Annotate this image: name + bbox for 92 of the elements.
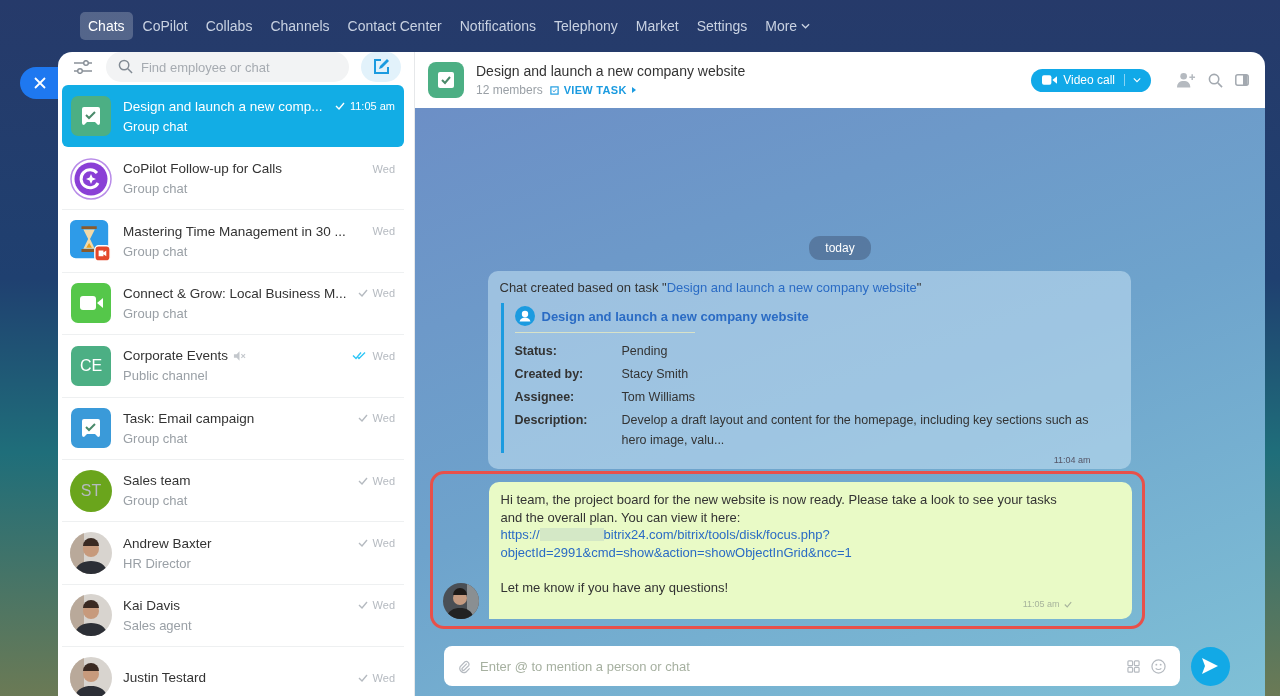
chat-time: Wed [372,225,395,238]
compose-button[interactable] [361,52,401,82]
user-icon [514,306,535,326]
chat-time: Wed [372,349,395,362]
chat-subtitle: Group chat [123,305,189,321]
message-time: 11:05 am [1022,598,1060,611]
link[interactable]: https:// [500,526,540,544]
message-text: Hi team, the project board for the new website is now ready. Please take a look to see your tasks and the overall plan. You can view it here: [500,491,1058,526]
chat-list-item[interactable]: Task: Email campaign Wed Group chat [62,397,404,460]
caret-icon [631,87,636,93]
filter-icon[interactable] [74,60,92,74]
search-field[interactable]: Find employee or chat [106,52,349,82]
message-input[interactable]: Enter @ to mention a person or chat [444,646,1180,686]
field-value: Tom Williams [621,389,697,406]
chat-subtitle: Group chat [123,243,189,259]
video-camera-icon [1042,75,1058,85]
message-text: Chat created based on task " [499,280,667,295]
field-label: Assignee: [514,389,576,406]
nav-tab[interactable]: Collabs [197,12,261,40]
message-text: Let me know if you have any questions! [500,578,730,596]
search-icon[interactable] [1208,72,1223,88]
chat-title: Corporate Events [123,348,229,364]
field-value: Stacy Smith [621,366,690,383]
chat-time: Wed [372,474,395,487]
chat-subtitle: Group chat [123,118,189,134]
chat-subtitle: HR Director [123,555,192,571]
grid-icon[interactable] [1127,660,1140,673]
nav-tab[interactable]: Chats [80,12,133,40]
nav-tab[interactable]: Market [627,12,687,40]
chat-subtitle: Group chat [123,493,189,509]
close-icon [34,77,46,89]
chat-list-item[interactable]: ST Sales team Wed Group chat [62,459,404,523]
chat-time: Wed [372,599,395,612]
paperclip-icon[interactable] [458,659,470,674]
chat-list-item[interactable]: Kai Davis Wed Sales agent [62,584,404,648]
close-button[interactable] [20,67,58,99]
task-icon [549,85,559,95]
chat-list-item[interactable]: Mastering Time Management in 30 ... Wed Group chat [62,210,404,273]
link[interactable]: bitrix24.com/bitrix/tools/disk/focus.php? [603,526,830,544]
field-label: Status: [514,343,558,360]
task-icon [428,62,464,98]
chat-list-item[interactable]: Andrew Baxter Wed HR Director [62,522,404,585]
chat-title: Design and launch a new comp... [123,98,323,114]
nav-tab[interactable]: Telephony [546,12,626,40]
chat-list-item[interactable]: CoPilot Follow-up for Calls Wed Group chat [62,148,404,211]
chat-subtitle: Public channel [123,368,209,384]
chat-header-title: Design and launch a new company website [476,63,746,79]
avatar-initials: CE [71,345,111,386]
chat-title: Justin Testard [123,670,207,686]
chat-title: Connect & Grow: Local Business M... [123,285,347,301]
nav-tab[interactable]: Contact Center [339,12,450,40]
link[interactable]: objectId=2991&cmd=show&action=showObjectInGrid&ncc=1 [500,543,1072,561]
avatar-initials: ST [70,469,112,512]
search-icon [118,59,133,74]
chat-time: Wed [372,537,395,550]
chat-time: 11:05 am [349,100,395,112]
date-divider: today [809,236,871,260]
send-button[interactable] [1191,646,1230,686]
field-value: Pending [621,343,669,360]
chat-title: CoPilot Follow-up for Calls [123,161,283,177]
caret-icon [1133,77,1141,83]
chat-time: Wed [372,287,395,300]
chat-subtitle: Group chat [123,430,189,446]
emoji-icon[interactable] [1151,659,1166,674]
chat-title: Mastering Time Management in 30 ... [123,223,346,239]
field-value: Develop a draft layout and content for the homepage, including key sections such as hero image, valu... [621,412,1090,449]
nav-tab[interactable]: More [757,12,819,40]
chat-time: Wed [372,671,395,684]
quote-mark: " [916,280,922,295]
members-count: 12 members [476,83,543,97]
message-time: 11:04 am [1052,455,1091,465]
add-user-icon[interactable] [1177,72,1196,88]
chat-list-item[interactable]: Justin Testard Wed [62,647,404,696]
chat-list-item[interactable]: Connect & Grow: Local Business M... Wed Group chat [62,272,404,336]
nav-tab[interactable]: Settings [688,12,756,40]
nav-tab[interactable]: CoPilot [134,12,196,40]
chat-title: Task: Email campaign [123,410,255,426]
chat-list-item[interactable]: CE Corporate Events Wed Public channel [62,335,404,398]
chat-title: Sales team [123,473,191,489]
nav-tab[interactable]: Notifications [451,12,544,40]
chat-subtitle: Group chat [123,181,189,197]
chat-time: Wed [372,162,395,175]
field-label: Created by: [514,366,585,383]
sidebar-toggle-icon[interactable] [1235,74,1249,86]
chat-subtitle: Sales agent [123,617,193,633]
chat-title: Kai Davis [123,597,181,613]
send-icon [1200,657,1219,675]
field-label: Description: [514,412,589,429]
chat-title: Andrew Baxter [123,535,212,551]
nav-tab[interactable]: Channels [262,12,338,40]
chat-time: Wed [372,412,395,425]
edit-icon [372,58,390,76]
